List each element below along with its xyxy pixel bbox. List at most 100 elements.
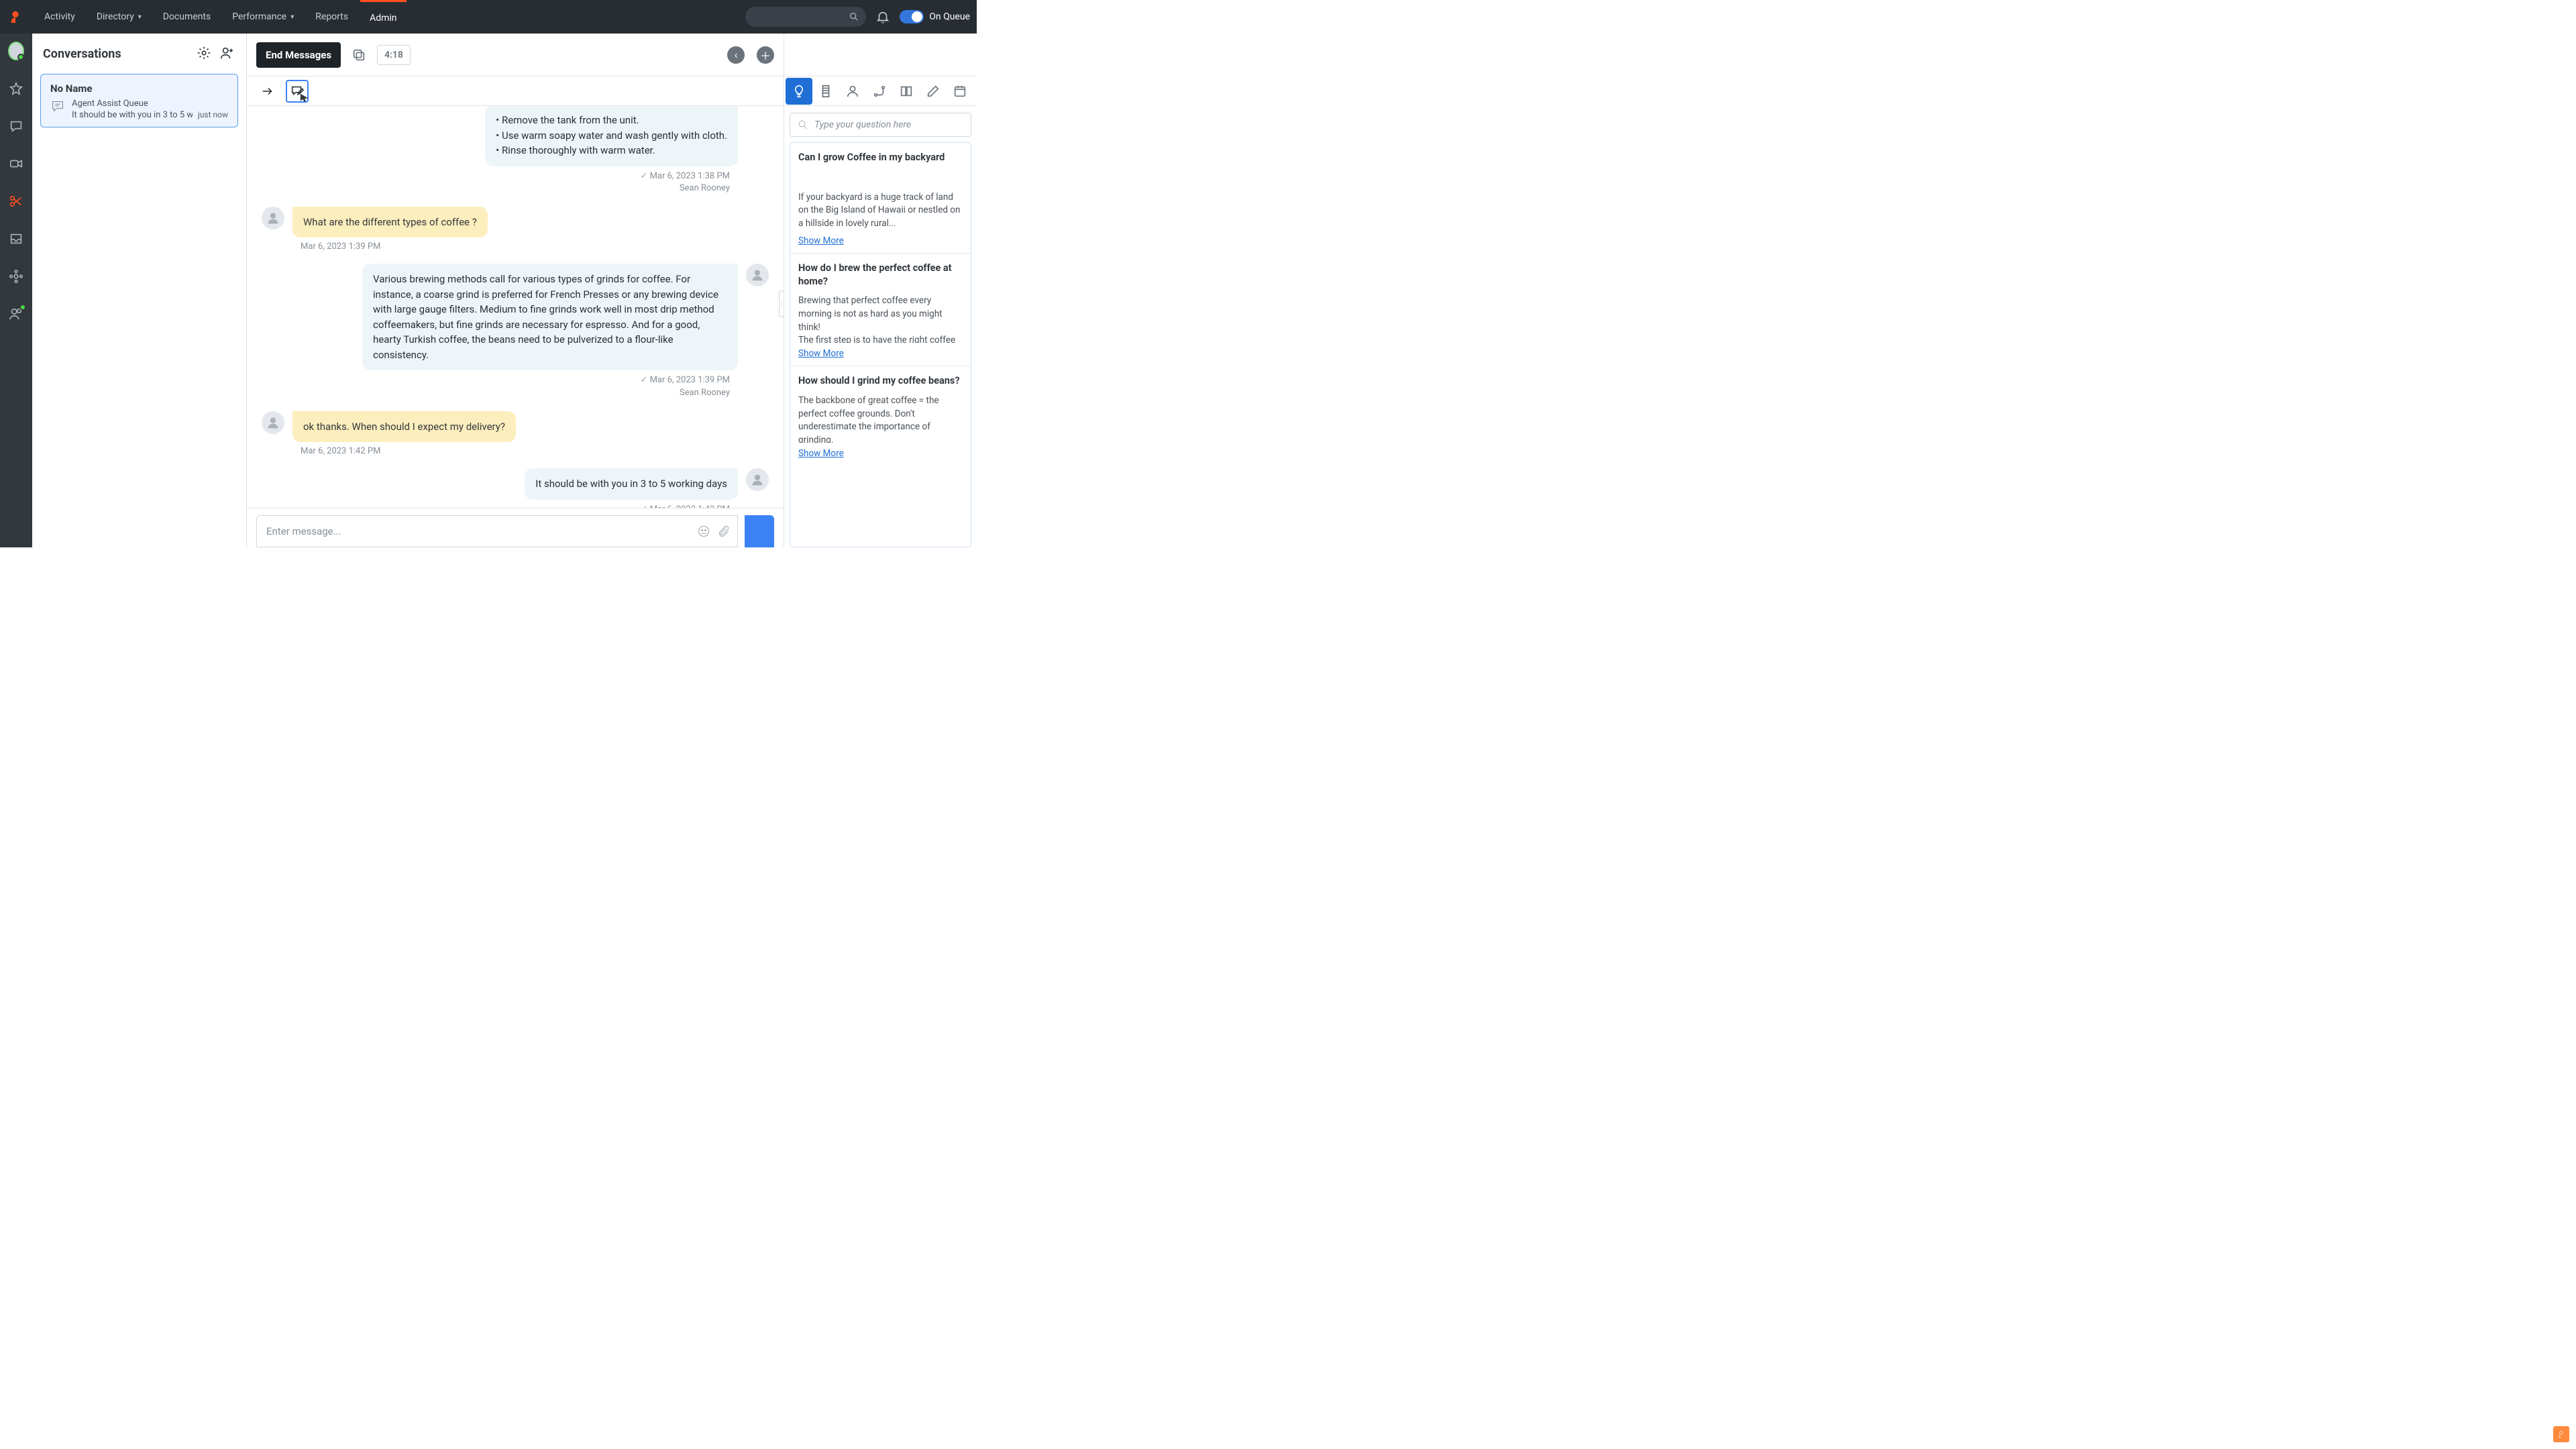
suggestion-body: Brewing that perfect coffee every mornin…	[798, 294, 963, 343]
rail-scissors[interactable]	[8, 193, 24, 209]
nav-performance[interactable]: Performance▾	[223, 0, 303, 34]
calendar-icon	[953, 84, 967, 99]
nav-add-button[interactable]: ＋	[757, 46, 774, 64]
nav-back-button[interactable]: ‹	[727, 46, 745, 64]
show-more-link[interactable]: Show More	[798, 235, 844, 246]
chat-icon	[9, 119, 23, 133]
avatar-icon	[746, 264, 769, 286]
assist-tab-schedule[interactable]	[947, 78, 973, 105]
assist-tab-profile[interactable]	[839, 78, 866, 105]
rail-inbox[interactable]	[8, 231, 24, 247]
nav-admin[interactable]: Admin	[360, 0, 406, 34]
search-icon	[797, 119, 809, 131]
apps-icon	[9, 269, 23, 284]
video-icon	[9, 156, 23, 171]
conversations-settings-button[interactable]	[197, 46, 213, 62]
avatar-icon	[262, 411, 284, 434]
logo-icon	[2557, 1430, 2566, 1439]
conversations-title: Conversations	[43, 47, 190, 61]
attachment-icon[interactable]	[717, 525, 731, 538]
show-more-link[interactable]: Show More	[798, 448, 844, 459]
message-bubble-agent: It should be with you in 3 to 5 working …	[525, 468, 738, 500]
rail-favorites[interactable]	[8, 80, 24, 97]
show-more-link[interactable]: Show More	[798, 348, 844, 359]
send-button[interactable]	[745, 515, 774, 547]
message-placeholder: Enter message...	[266, 525, 341, 537]
rail-video[interactable]	[8, 156, 24, 172]
conversation-preview: It should be with you in 3 to 5 wor	[72, 110, 193, 120]
script-icon	[818, 84, 833, 99]
message-input[interactable]: Enter message...	[256, 515, 738, 547]
rail-chat[interactable]	[8, 118, 24, 134]
assist-tab-suggestions[interactable]	[786, 78, 812, 105]
assist-tab-panels[interactable]	[893, 78, 920, 105]
assist-panel: Type your question here Can I grow Coffe…	[784, 34, 977, 547]
arrow-right-icon	[260, 84, 275, 99]
nav-items: Activity Directory▾ Documents Performanc…	[35, 0, 407, 34]
scissors-icon	[9, 194, 23, 209]
nav-directory[interactable]: Directory▾	[87, 0, 151, 34]
message-bubble-customer: ok thanks. When should I expect my deliv…	[292, 411, 516, 443]
person-plus-icon	[219, 46, 234, 60]
suggestion-card[interactable]: How should I grind my coffee beans? The …	[790, 366, 971, 466]
suggestion-card[interactable]: How do I brew the perfect coffee at home…	[790, 254, 971, 366]
transfer-button[interactable]	[256, 80, 279, 103]
cursor-icon	[299, 93, 309, 103]
app-logo[interactable]	[0, 0, 31, 34]
assist-search-placeholder: Type your question here	[814, 119, 911, 130]
suggestion-title: Can I grow Coffee in my backyard	[798, 151, 963, 164]
assist-suggestions-list[interactable]: Can I grow Coffee in my backyard If your…	[790, 142, 971, 547]
suggestion-card[interactable]: Can I grow Coffee in my backyard If your…	[790, 143, 971, 254]
left-rail	[0, 34, 32, 547]
rail-apps[interactable]	[8, 268, 24, 284]
assist-tab-script[interactable]	[812, 78, 839, 105]
conversation-name: No Name	[50, 83, 228, 95]
chevron-left-icon: ‹	[735, 48, 738, 61]
columns-icon	[899, 84, 914, 99]
assist-tabs	[784, 76, 977, 106]
conversations-panel: Conversations No Name Agent Assist Queue…	[32, 34, 247, 547]
notifications-button[interactable]	[875, 9, 890, 24]
end-messages-button[interactable]: End Messages	[256, 42, 341, 68]
lightbulb-icon	[792, 84, 806, 99]
message-bubble-agent: • Remove the tank from the unit. • Use w…	[485, 106, 738, 166]
nav-reports[interactable]: Reports	[306, 0, 358, 34]
assist-tab-notes[interactable]	[920, 78, 947, 105]
person-icon	[845, 84, 860, 99]
presence-dot	[19, 304, 26, 311]
conversation-queue: Agent Assist Queue	[72, 99, 228, 109]
conversation-ago: just now	[198, 110, 228, 119]
message-bubble-agent: Various brewing methods call for various…	[362, 264, 738, 370]
global-search[interactable]	[745, 7, 866, 27]
emoji-icon[interactable]	[697, 525, 710, 538]
avatar-icon	[262, 207, 284, 229]
on-queue-label: On Queue	[929, 11, 970, 22]
rail-interactions[interactable]	[8, 306, 24, 322]
chat-transcript[interactable]: • Remove the tank from the unit. • Use w…	[247, 106, 784, 508]
copy-button[interactable]	[349, 45, 369, 65]
suggestion-title: How should I grind my coffee beans?	[798, 374, 963, 388]
conversation-card[interactable]: No Name Agent Assist Queue It should be …	[40, 74, 238, 127]
assist-search-input[interactable]: Type your question here	[790, 113, 971, 137]
copy-icon	[352, 48, 366, 62]
message-meta: Mar 6, 2023 1:42 PM	[301, 446, 769, 456]
top-nav: Activity Directory▾ Documents Performanc…	[0, 0, 977, 34]
nav-documents[interactable]: Documents	[154, 0, 220, 34]
rail-profile[interactable]	[8, 43, 24, 59]
avatar-icon	[746, 468, 769, 491]
assist-tab-journey[interactable]	[866, 78, 893, 105]
chat-topbar: End Messages 4:18 ‹ ＋	[247, 34, 784, 76]
nav-activity[interactable]: Activity	[35, 0, 85, 34]
add-contact-button[interactable]	[219, 46, 235, 62]
route-icon	[872, 84, 887, 99]
message-bubble-customer: What are the different types of coffee ?	[292, 207, 488, 238]
chevron-down-icon: ▾	[138, 13, 142, 21]
interaction-timer: 4:18	[377, 45, 411, 65]
star-icon	[9, 81, 23, 96]
canned-response-button[interactable]	[286, 80, 309, 103]
help-widget-button[interactable]	[2553, 1426, 2569, 1442]
on-queue-toggle[interactable]: On Queue	[900, 10, 970, 23]
avatar-icon	[8, 42, 24, 60]
suggestion-title: How do I brew the perfect coffee at home…	[798, 262, 963, 288]
suggestion-body: If your backyard is a huge track of land…	[798, 191, 963, 231]
